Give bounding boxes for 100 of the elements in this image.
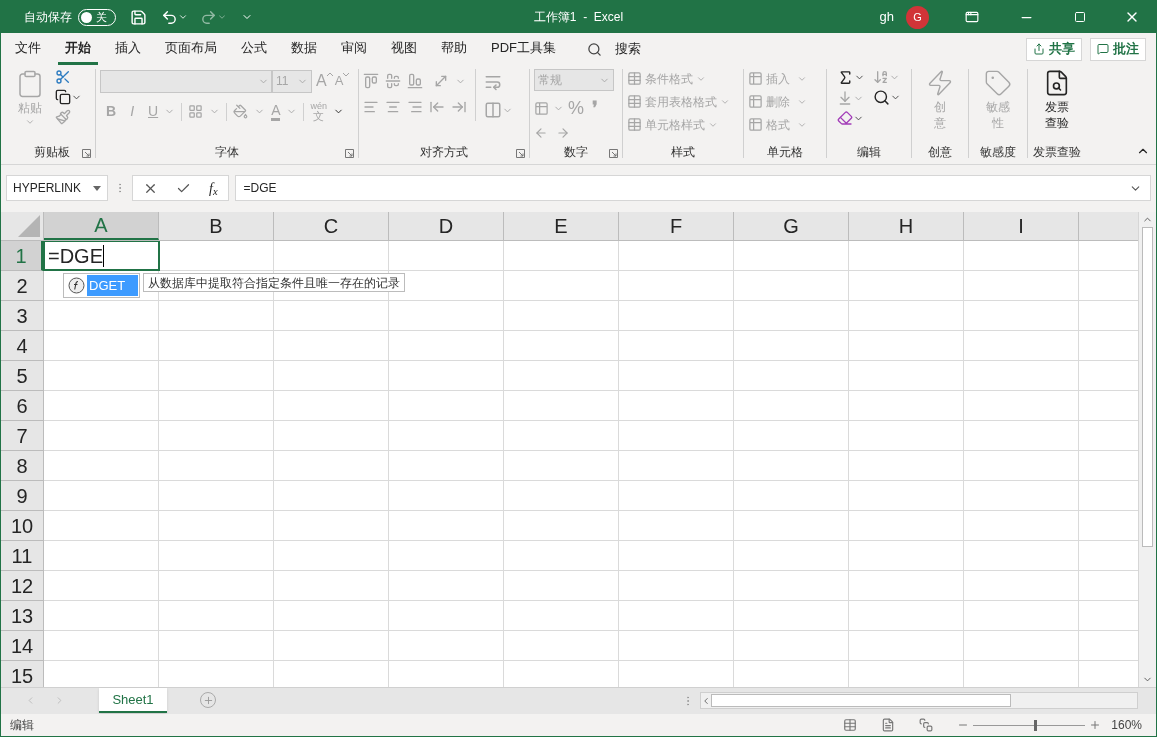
row-header[interactable]: 8 [1, 451, 43, 481]
insert-function-button[interactable]: f$_{x}$ [209, 177, 218, 199]
column-header[interactable]: I [964, 212, 1079, 240]
user-avatar[interactable]: G [906, 5, 929, 29]
decrease-decimal-icon[interactable] [556, 126, 570, 140]
menu-tab[interactable]: 开始 [58, 33, 98, 65]
clear-icon[interactable] [837, 110, 853, 126]
caret-icon [93, 185, 101, 191]
group-label: 编辑 [857, 144, 881, 161]
caret-icon [25, 117, 35, 127]
group-label: 创意 [928, 144, 952, 161]
fill-icon[interactable] [837, 90, 853, 106]
row-header[interactable]: 14 [1, 631, 43, 661]
column-header[interactable]: C [274, 212, 389, 240]
align-center-icon[interactable] [385, 99, 401, 115]
orientation-icon[interactable] [433, 73, 449, 89]
zoom-slider[interactable] [973, 719, 1086, 731]
save-icon[interactable] [130, 8, 147, 26]
function-icon [67, 277, 85, 294]
menu-tab[interactable]: 审阅 [334, 33, 374, 65]
column-header[interactable]: G [734, 212, 849, 240]
row-header[interactable]: 1 [1, 241, 43, 271]
menu-tab[interactable]: 页面布局 [158, 33, 224, 65]
row-header[interactable]: 2 [1, 271, 43, 301]
fill-color-icon[interactable] [233, 104, 249, 119]
menu-tab[interactable]: 文件 [8, 33, 48, 65]
menu-tab[interactable]: PDF工具集 [484, 33, 563, 65]
maximize-icon[interactable] [1074, 11, 1086, 23]
undo-icon[interactable] [161, 8, 178, 26]
menu-tab[interactable]: 帮助 [434, 33, 474, 65]
menu-tab[interactable]: 插入 [108, 33, 148, 65]
scroll-thumb[interactable] [1142, 227, 1153, 547]
copy-icon[interactable] [55, 89, 71, 105]
row-header[interactable]: 4 [1, 331, 43, 361]
group-label: 对齐方式 [420, 144, 468, 161]
page-break-preview-icon[interactable] [919, 718, 934, 732]
row-header[interactable]: 10 [1, 511, 43, 541]
bottom-align-icon[interactable] [407, 73, 423, 89]
middle-align-icon[interactable] [385, 73, 401, 89]
normal-view-icon[interactable] [843, 718, 858, 732]
search-label[interactable]: 搜索 [615, 39, 641, 59]
row-header[interactable]: 5 [1, 361, 43, 391]
search-icon[interactable] [587, 41, 602, 57]
column-header[interactable]: A [44, 212, 159, 240]
scroll-left-icon[interactable] [701, 695, 711, 706]
autosave-label: 自动保存 [24, 9, 72, 26]
wrap-text-icon[interactable] [484, 73, 502, 91]
column-header[interactable]: E [504, 212, 619, 240]
caret-icon[interactable] [178, 12, 188, 22]
borders-icon[interactable] [188, 104, 204, 119]
active-cell[interactable]: =DGE [43, 241, 160, 271]
align-left-icon[interactable] [363, 99, 379, 115]
decrease-indent-icon[interactable] [429, 99, 445, 115]
sort-filter-icon[interactable] [873, 69, 889, 85]
share-icon [1033, 43, 1045, 55]
row-header[interactable]: 12 [1, 571, 43, 601]
merge-icon[interactable] [484, 101, 502, 119]
cut-icon[interactable] [55, 69, 71, 85]
menu-tab[interactable]: 视图 [384, 33, 424, 65]
row-header[interactable]: 6 [1, 391, 43, 421]
sheet-tab[interactable]: Sheet1 [99, 688, 167, 713]
row-header[interactable]: 9 [1, 481, 43, 511]
table-icon [627, 117, 642, 132]
ribbon-display-icon[interactable] [965, 10, 979, 24]
menu-tab[interactable]: 公式 [234, 33, 274, 65]
zoom-in-icon[interactable] [1089, 719, 1102, 731]
launcher-icon[interactable] [345, 149, 354, 158]
table-icon [627, 94, 642, 109]
formula-field[interactable]: =DGE [234, 175, 1151, 201]
launcher-icon[interactable] [516, 149, 525, 158]
column-header[interactable]: D [389, 212, 504, 240]
zoom-level[interactable]: 160% [1111, 716, 1142, 734]
find-icon[interactable] [873, 89, 890, 106]
name-box[interactable]: HYPERLINK [6, 175, 108, 201]
up-caret-icon [326, 72, 333, 76]
tag-icon [984, 69, 1012, 97]
menu-tab[interactable]: 数据 [284, 33, 324, 65]
increase-indent-icon[interactable] [451, 99, 467, 115]
launcher-icon[interactable] [82, 149, 91, 158]
caret-icon [343, 73, 350, 77]
horizontal-scrollbar[interactable] [700, 692, 1138, 709]
invoice-check-button[interactable]: 发票查验 [1043, 69, 1071, 131]
comments-button[interactable]: 批注 [1090, 37, 1146, 61]
launcher-icon[interactable] [609, 149, 618, 158]
column-header[interactable]: F [619, 212, 734, 240]
table-icon [748, 94, 763, 109]
scroll-thumb[interactable] [711, 694, 1011, 707]
increase-decimal-icon[interactable] [534, 126, 548, 140]
vertical-scrollbar[interactable] [1138, 212, 1156, 687]
row-header[interactable]: 7 [1, 421, 43, 451]
column-header[interactable]: H [849, 212, 964, 240]
row-header[interactable]: 11 [1, 541, 43, 571]
align-right-icon[interactable] [407, 99, 423, 115]
zoom-slider-thumb[interactable] [1033, 719, 1037, 731]
row-header[interactable]: 13 [1, 601, 43, 631]
currency-icon[interactable] [534, 101, 549, 116]
share-button[interactable]: 共享 [1026, 37, 1082, 61]
row-header[interactable]: 3 [1, 301, 43, 331]
column-header[interactable]: B [159, 212, 274, 240]
page-layout-icon[interactable] [881, 718, 896, 732]
